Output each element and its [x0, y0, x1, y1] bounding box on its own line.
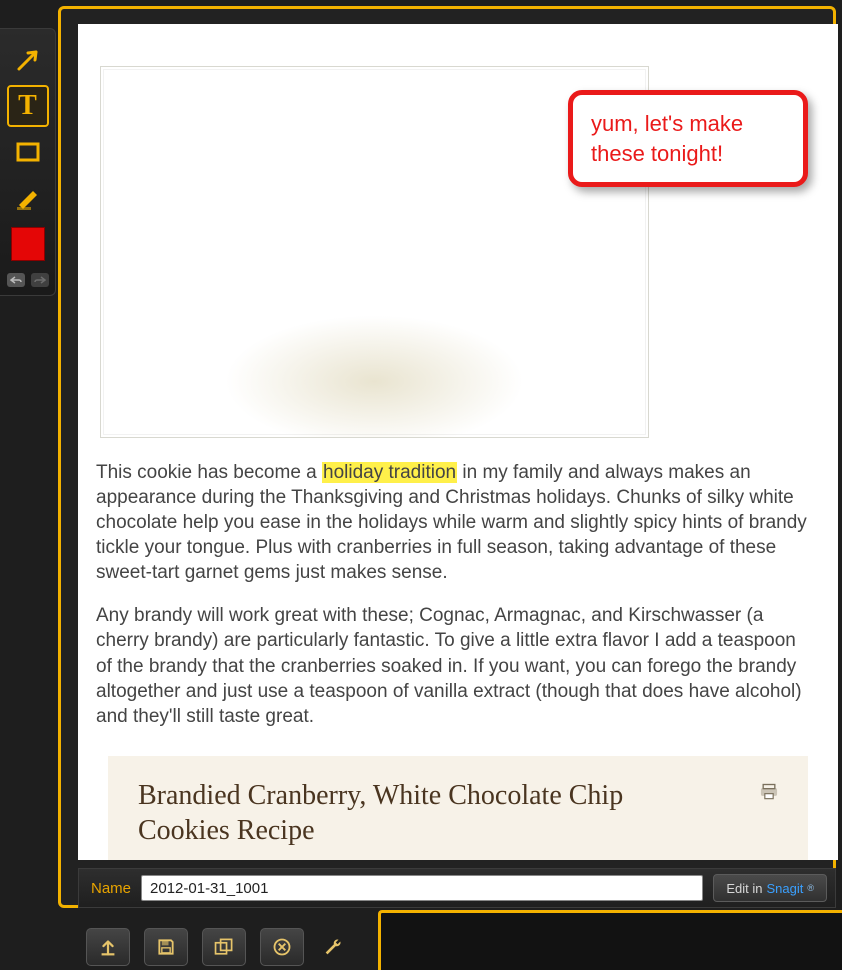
registered-mark: ®	[807, 883, 814, 893]
share-button[interactable]	[86, 928, 130, 966]
name-label: Name	[91, 880, 131, 897]
rectangle-tool-button[interactable]	[7, 131, 49, 173]
highlighter-tool-button[interactable]	[7, 177, 49, 219]
cookie-photo	[100, 66, 649, 438]
edit-brand: Snagit	[766, 881, 803, 896]
copy-button[interactable]	[202, 928, 246, 966]
print-icon[interactable]	[758, 782, 780, 802]
name-bar: Name Edit in Snagit ®	[78, 868, 836, 908]
captured-page[interactable]: yum, let's make these tonight! This cook…	[78, 24, 838, 860]
annotation-toolbar: T	[0, 28, 56, 296]
delete-button[interactable]	[260, 928, 304, 966]
color-picker-button[interactable]	[7, 223, 49, 265]
callout-text: yum, let's make these tonight!	[591, 109, 785, 168]
callout-annotation[interactable]: yum, let's make these tonight!	[568, 90, 808, 187]
redo-button[interactable]	[31, 273, 49, 287]
save-button[interactable]	[144, 928, 188, 966]
article-body: This cookie has become a holiday traditi…	[96, 460, 816, 747]
paragraph-2: Any brandy will work great with these; C…	[96, 603, 816, 728]
recipe-title: Brandied Cranberry, White Chocolate Chip…	[138, 778, 688, 848]
edit-in-snagit-button[interactable]: Edit in Snagit ®	[713, 874, 827, 902]
color-swatch	[11, 227, 45, 261]
text-tool-button[interactable]: T	[7, 85, 49, 127]
arrow-tool-button[interactable]	[7, 39, 49, 81]
settings-button[interactable]	[318, 932, 348, 962]
undo-button[interactable]	[7, 273, 25, 287]
action-bar	[78, 924, 378, 970]
recipe-card: Brandied Cranberry, White Chocolate Chip…	[108, 756, 808, 860]
text-tool-glyph: T	[18, 90, 37, 122]
capture-name-input[interactable]	[141, 875, 703, 901]
paragraph-1: This cookie has become a holiday traditi…	[96, 460, 816, 585]
edit-label: Edit in	[726, 881, 762, 896]
output-panel	[378, 910, 842, 970]
highlight-annotation[interactable]: holiday tradition	[322, 462, 457, 483]
text-run: This cookie has become a	[96, 462, 322, 483]
